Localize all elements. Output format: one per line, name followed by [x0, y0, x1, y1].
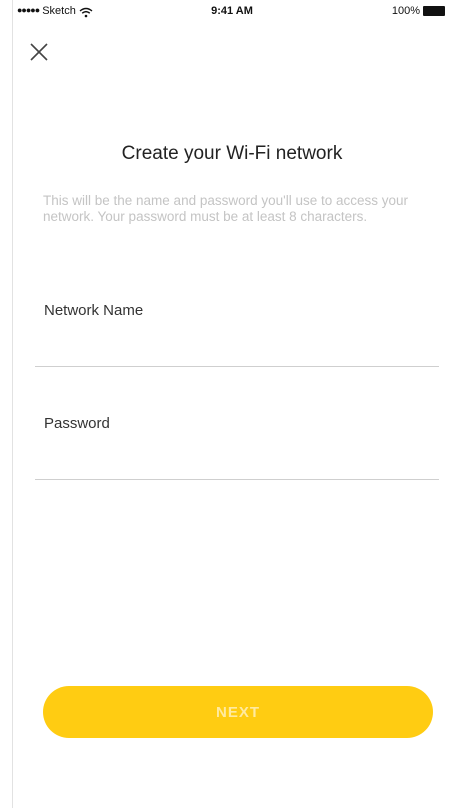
password-input[interactable]	[35, 452, 439, 480]
network-name-input[interactable]	[35, 339, 439, 367]
page-description: This will be the name and password you'l…	[43, 193, 409, 224]
close-button[interactable]	[27, 40, 51, 64]
battery-icon	[423, 6, 445, 16]
next-button[interactable]: NEXT	[43, 686, 433, 738]
battery-percent: 100%	[391, 5, 420, 17]
app-screen: ●●●●● Sketch 9:41 AM 100% Create your Wi…	[12, 0, 450, 808]
status-bar: ●●●●● Sketch 9:41 AM 100%	[13, 0, 450, 26]
page-title: Create your Wi-Fi network	[121, 143, 343, 164]
network-name-label: Network Name	[44, 302, 144, 319]
status-right: 100%	[392, 5, 445, 17]
status-time: 9:41 AM	[211, 5, 253, 17]
close-icon	[30, 43, 48, 61]
password-label: Password	[44, 415, 110, 432]
